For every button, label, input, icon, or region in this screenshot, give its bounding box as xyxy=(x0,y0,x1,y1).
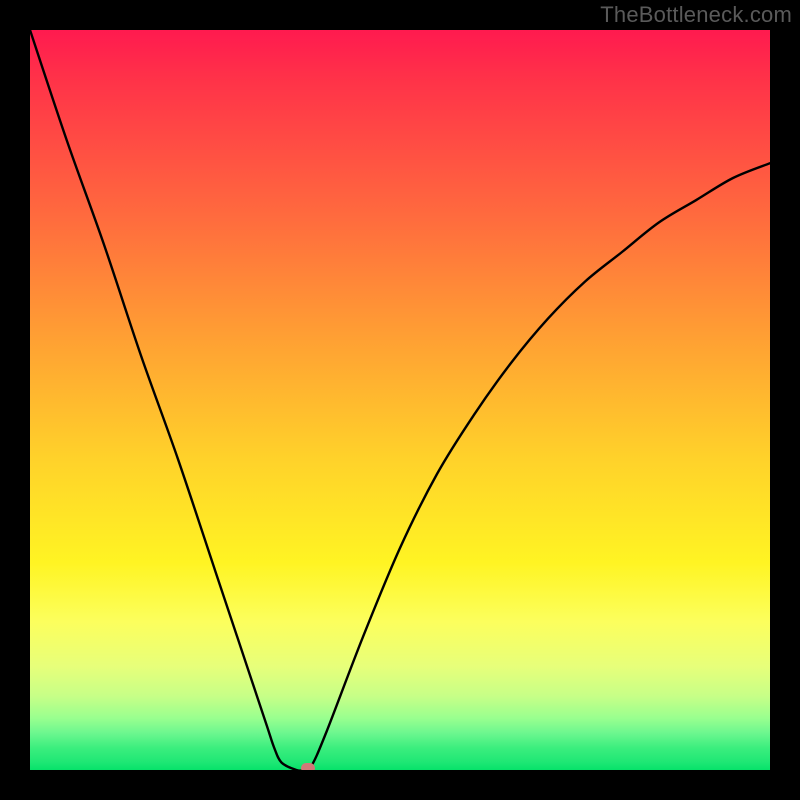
plot-area xyxy=(30,30,770,770)
optimal-point-marker xyxy=(301,763,315,770)
bottleneck-curve xyxy=(30,30,770,770)
watermark-text: TheBottleneck.com xyxy=(600,2,792,28)
chart-frame: TheBottleneck.com xyxy=(0,0,800,800)
